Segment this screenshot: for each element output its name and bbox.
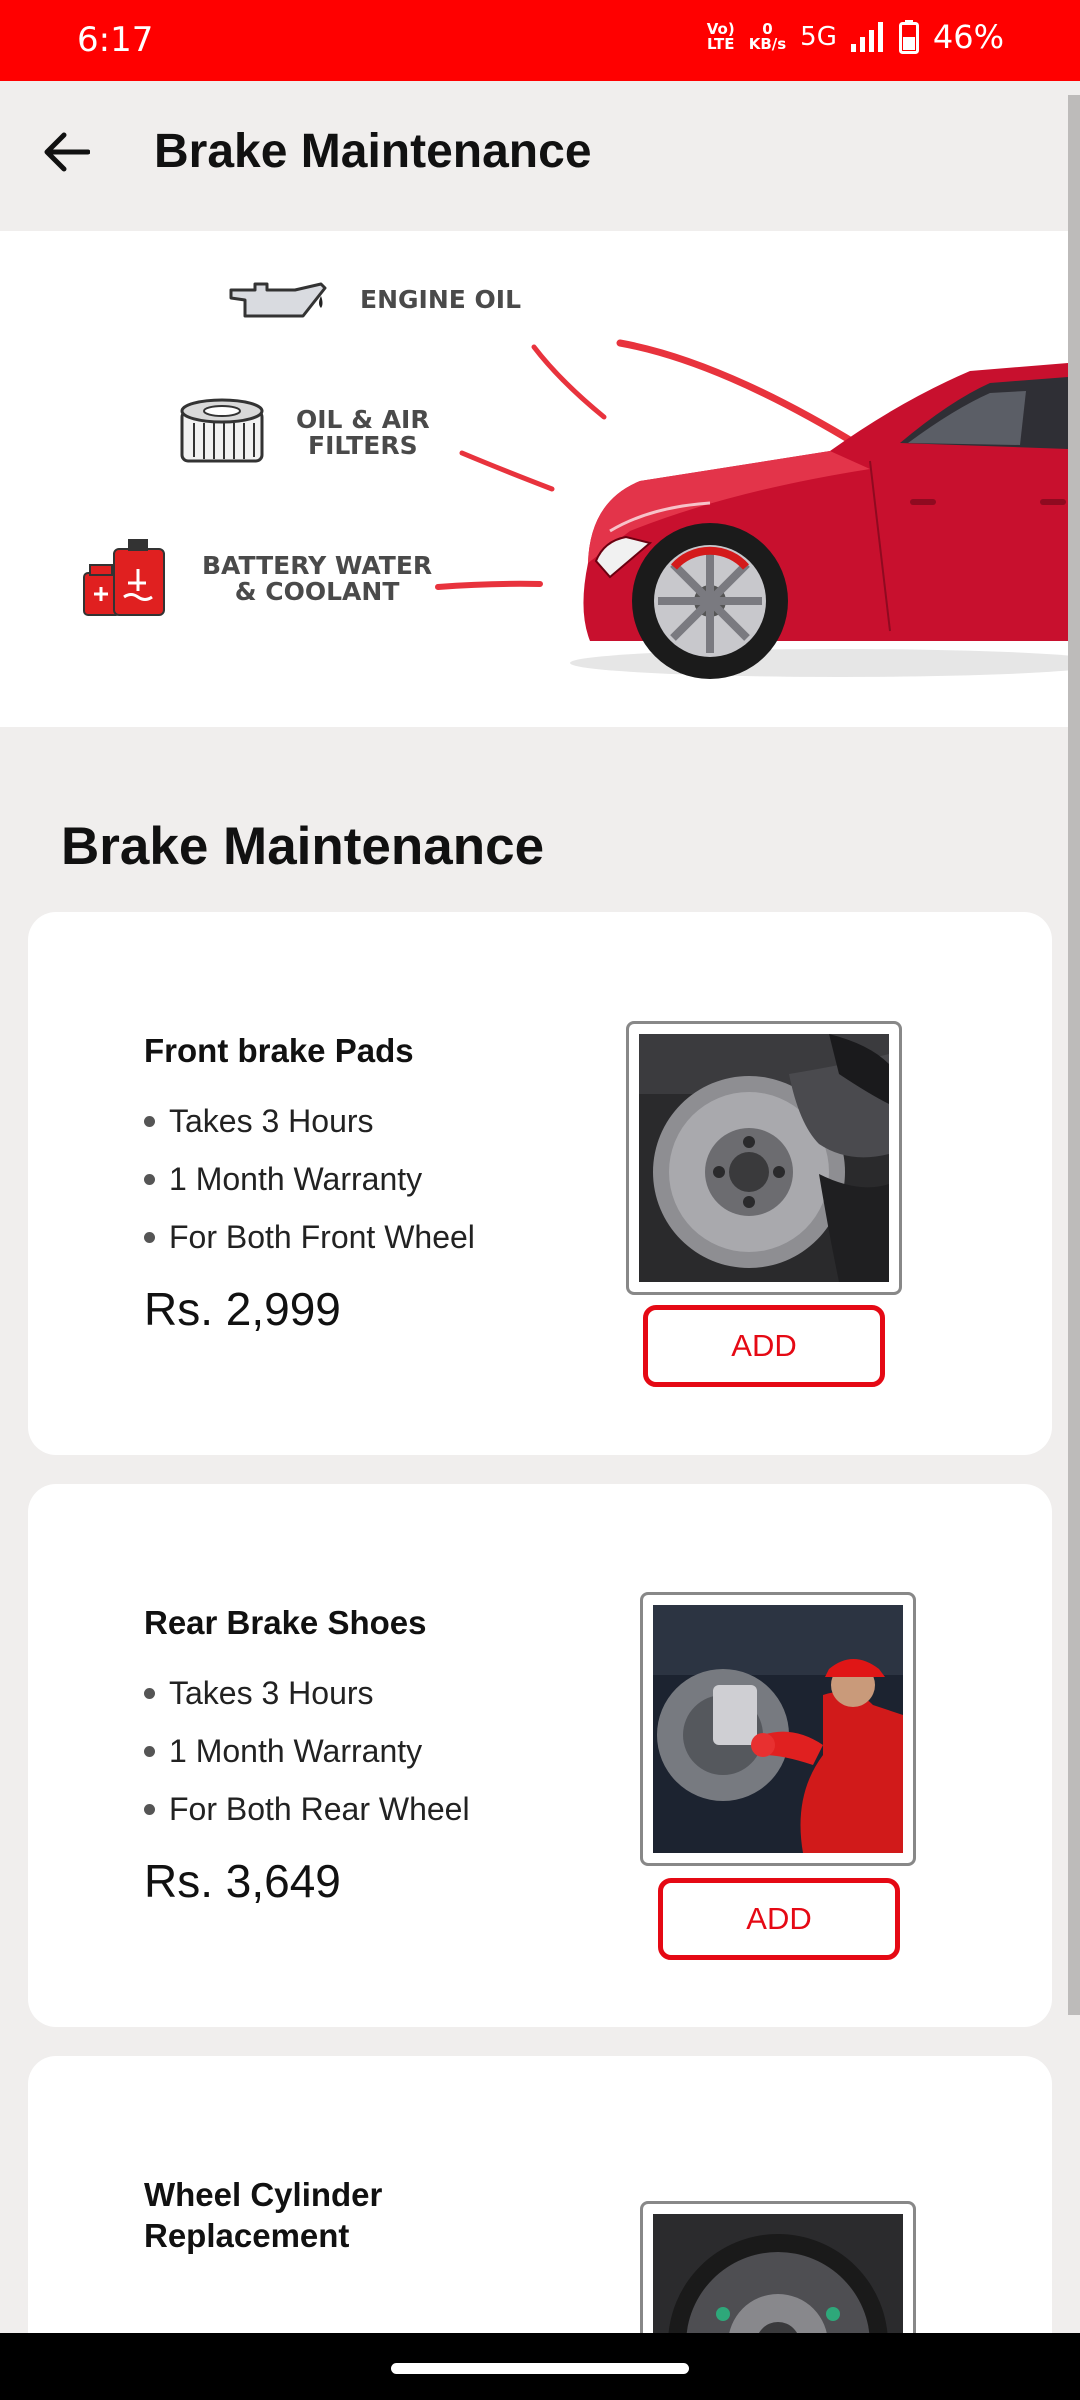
battery-percent: 46% <box>932 18 1004 56</box>
service-name: Wheel Cylinder Replacement <box>144 2176 383 2254</box>
section-title: Brake Maintenance <box>61 817 545 876</box>
network-speed: 0 KB/s <box>748 20 787 53</box>
feature-item: For Both Front Wheel <box>144 1208 475 1266</box>
feature-list: Takes 3 Hours 1 Month Warranty For Both … <box>144 1664 470 1838</box>
signal-icon <box>850 22 883 52</box>
app-bar: Brake Maintenance <box>0 81 1080 231</box>
feature-item: For Both Rear Wheel <box>144 1780 470 1838</box>
feature-item: Takes 3 Hours <box>144 1092 475 1150</box>
service-card: Front brake Pads Takes 3 Hours 1 Month W… <box>28 912 1052 1455</box>
service-name: Rear Brake Shoes <box>144 1604 427 1641</box>
feature-item: 1 Month Warranty <box>144 1722 470 1780</box>
service-name: Front brake Pads <box>144 1032 414 1069</box>
service-card: Rear Brake Shoes Takes 3 Hours 1 Month W… <box>28 1484 1052 2027</box>
volte-icon: Vo) LTE <box>706 20 735 53</box>
red-car-illustration <box>570 363 1068 679</box>
network-type: 5G <box>800 22 837 52</box>
service-image <box>640 1592 916 1866</box>
brake-disc-photo <box>639 1034 889 1282</box>
mechanic-photo <box>653 1605 903 1853</box>
promo-banner[interactable]: ENGINE OIL OIL & AIR FILTERS BATTERY WAT… <box>0 231 1068 727</box>
arrow-left-icon <box>44 132 90 172</box>
scrollbar[interactable] <box>1068 95 1080 2015</box>
service-image <box>626 1021 902 1295</box>
home-handle[interactable] <box>391 2363 689 2374</box>
battery-icon <box>898 20 919 54</box>
add-button[interactable]: ADD <box>658 1878 900 1960</box>
feature-item: 1 Month Warranty <box>144 1150 475 1208</box>
feature-list: Takes 3 Hours 1 Month Warranty For Both … <box>144 1092 475 1266</box>
service-price: Rs. 2,999 <box>144 1283 341 1335</box>
status-icons: Vo) LTE 0 KB/s 5G 46% <box>707 18 1004 56</box>
back-button[interactable] <box>36 117 96 187</box>
status-time: 6:17 <box>77 20 154 60</box>
feature-item: Takes 3 Hours <box>144 1664 470 1722</box>
status-bar: 6:17 Vo) LTE 0 KB/s 5G 46% <box>0 0 1080 81</box>
page-title: Brake Maintenance <box>154 125 592 178</box>
navigation-bar <box>0 2333 1080 2400</box>
add-button[interactable]: ADD <box>643 1305 885 1387</box>
service-price: Rs. 3,649 <box>144 1855 341 1907</box>
